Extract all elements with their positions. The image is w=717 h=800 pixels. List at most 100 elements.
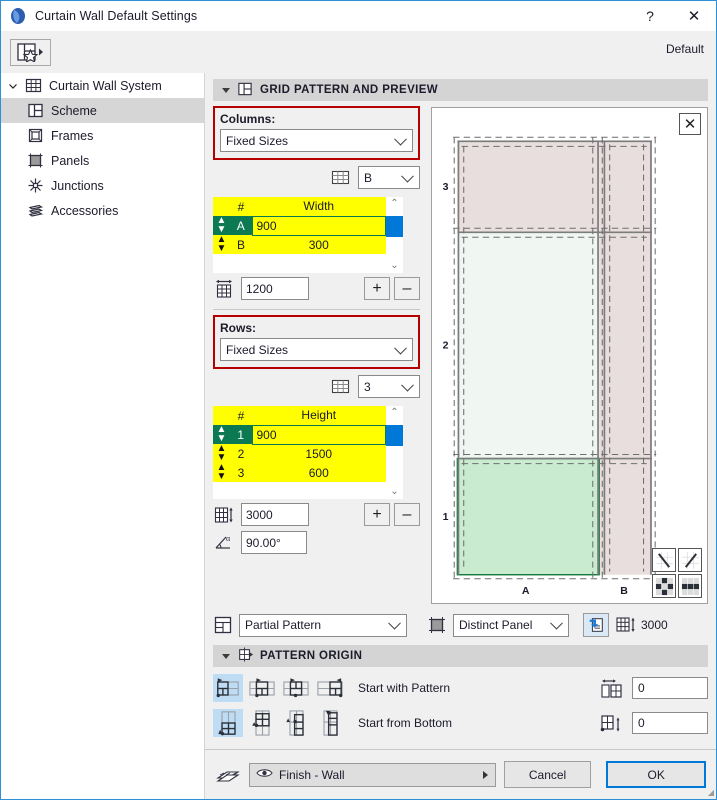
- row-spinner[interactable]: ▲ ▼: [213, 444, 230, 463]
- row-width-input[interactable]: 900: [251, 215, 386, 236]
- origin-v-4-button[interactable]: [315, 709, 345, 737]
- sidebar-item-scheme[interactable]: Scheme: [1, 98, 204, 123]
- origin-v-2-button[interactable]: [247, 709, 277, 737]
- panels-icon: [27, 152, 44, 169]
- preview-diagonal-left-button[interactable]: [652, 548, 676, 572]
- resize-grip-icon[interactable]: ◢: [708, 788, 714, 797]
- rows-count-select[interactable]: 3: [358, 375, 420, 398]
- columns-header-width: Width: [252, 197, 386, 216]
- sidebar-item-label: Curtain Wall System: [49, 78, 162, 93]
- offset-y-input[interactable]: 0: [632, 712, 708, 734]
- add-column-button[interactable]: +: [364, 277, 390, 300]
- origin-h-2-button[interactable]: [247, 674, 277, 702]
- apply-pattern-button[interactable]: [583, 613, 609, 637]
- close-button[interactable]: ✕: [672, 1, 716, 31]
- sidebar-item-junctions[interactable]: Junctions: [1, 173, 204, 198]
- collapse-triangle-icon[interactable]: [222, 653, 230, 659]
- table-row[interactable]: ▲ ▼ B 300: [213, 235, 386, 254]
- preview-full-grid-button[interactable]: [678, 574, 702, 598]
- table-row[interactable]: ▲ ▼ 2 1500: [213, 444, 386, 463]
- panel-value: Distinct Panel: [459, 618, 533, 632]
- origin-h-1-button[interactable]: [213, 674, 243, 702]
- origin-h-3-button[interactable]: [281, 674, 311, 702]
- curtain-wall-settings-window: Curtain Wall Default Settings ? ✕ Defaul…: [0, 0, 717, 800]
- columns-mode-select[interactable]: Fixed Sizes: [220, 129, 413, 152]
- rows-mode-select[interactable]: Fixed Sizes: [220, 338, 413, 361]
- columns-total-input[interactable]: 1200: [241, 277, 309, 300]
- row-spinner[interactable]: ▲ ▼: [213, 235, 230, 254]
- table-row[interactable]: ▲ ▼ A 900: [213, 215, 386, 236]
- grid-pattern-section-header[interactable]: GRID PATTERN AND PREVIEW: [213, 79, 708, 101]
- pattern-origin-vertical-row: Start from Bottom 0: [213, 709, 708, 737]
- row-index: 2: [230, 444, 252, 463]
- favorites-button[interactable]: [10, 38, 51, 66]
- grid-icon: [25, 77, 42, 94]
- row-index: 1: [230, 425, 252, 444]
- grid-controls-column: Columns: Fixed Sizes B # Width ▲ ▼ A 900…: [213, 101, 420, 604]
- preview-close-button[interactable]: ✕: [679, 113, 701, 135]
- sidebar-item-accessories[interactable]: Accessories: [1, 198, 204, 223]
- row-spinner[interactable]: ▲ ▼: [213, 463, 230, 482]
- sidebar-item-frames[interactable]: Frames: [1, 123, 204, 148]
- svg-text:A: A: [522, 586, 530, 597]
- chevron-down-icon: [394, 132, 407, 146]
- cancel-button[interactable]: Cancel: [503, 761, 592, 788]
- rows-group: Rows: Fixed Sizes: [213, 315, 420, 369]
- remove-row-button[interactable]: –: [394, 503, 420, 526]
- offset-x-input[interactable]: 0: [632, 677, 708, 699]
- scroll-down-icon[interactable]: ⌄: [390, 485, 398, 499]
- row-height-value[interactable]: 1500: [252, 444, 386, 463]
- title-bar: Curtain Wall Default Settings ? ✕: [1, 1, 716, 31]
- remove-column-button[interactable]: –: [394, 277, 420, 300]
- columns-label: Columns:: [220, 112, 276, 126]
- columns-total-row: 1200 + –: [213, 277, 420, 300]
- section-title: GRID PATTERN AND PREVIEW: [260, 84, 439, 96]
- row-spinner[interactable]: ▲ ▼: [213, 425, 230, 444]
- scroll-up-icon[interactable]: ⌃: [390, 197, 398, 211]
- layers-icon[interactable]: [215, 765, 241, 785]
- row-height-input[interactable]: 900: [251, 424, 386, 445]
- rows-table-grid: # Height ▲ ▼ 1 900 ▲ ▼ 2 1500 ▲ ▼ 3 600: [213, 406, 386, 482]
- default-label: Default: [665, 42, 704, 56]
- preview-column: 3 2 1 A B ✕: [420, 101, 708, 604]
- columns-table[interactable]: # Width ▲ ▼ A 900 ▲ ▼ B 300 ⌃ ⌄: [213, 197, 403, 273]
- help-button[interactable]: ?: [628, 1, 672, 31]
- scroll-up-icon[interactable]: ⌃: [390, 406, 398, 420]
- row-width-value[interactable]: 300: [252, 235, 386, 254]
- table-row[interactable]: ▲ ▼ 3 600: [213, 463, 386, 482]
- grid-preview[interactable]: 3 2 1 A B ✕: [431, 107, 708, 604]
- panel-select[interactable]: Distinct Panel: [453, 613, 569, 637]
- origin-v-3-button[interactable]: [281, 709, 311, 737]
- table-row[interactable]: ▲ ▼ 1 900: [213, 424, 386, 445]
- collapse-triangle-icon[interactable]: [222, 87, 230, 93]
- chevron-down-icon: [550, 616, 563, 630]
- preview-diagonal-right-button[interactable]: [678, 548, 702, 572]
- pattern-select[interactable]: Partial Pattern: [239, 613, 407, 637]
- origin-v-1-button[interactable]: [213, 709, 243, 737]
- vertical-origin-label: Start from Bottom: [358, 716, 453, 730]
- rows-mode-value: Fixed Sizes: [226, 342, 289, 357]
- rows-table[interactable]: # Height ▲ ▼ 1 900 ▲ ▼ 2 1500 ▲ ▼ 3 600 …: [213, 406, 403, 499]
- rows-total-input[interactable]: 3000: [241, 503, 309, 526]
- pattern-toolbar: Partial Pattern Distinct Panel 3000: [213, 613, 708, 637]
- rows-table-scrollbar[interactable]: ⌃ ⌄: [386, 406, 403, 499]
- columns-table-scrollbar[interactable]: ⌃ ⌄: [386, 197, 403, 273]
- pattern-origin-section-header[interactable]: PATTERN ORIGIN: [213, 645, 708, 667]
- scroll-down-icon[interactable]: ⌄: [390, 259, 398, 273]
- row-height-value[interactable]: 600: [252, 463, 386, 482]
- columns-count-select[interactable]: B: [358, 166, 420, 189]
- grid-content: Columns: Fixed Sizes B # Width ▲ ▼ A 900…: [213, 101, 708, 604]
- sidebar-item-curtain-wall-system[interactable]: Curtain Wall System: [1, 73, 204, 98]
- sidebar-item-panels[interactable]: Panels: [1, 148, 204, 173]
- ok-button[interactable]: OK: [606, 761, 706, 788]
- origin-h-4-button[interactable]: [315, 674, 345, 702]
- offset-y-row: 0: [599, 712, 708, 734]
- rows-count-row: 3: [213, 375, 420, 398]
- add-row-button[interactable]: +: [364, 503, 390, 526]
- finish-selector[interactable]: Finish - Wall: [249, 762, 496, 787]
- grid-angle-input[interactable]: 90.00°: [241, 531, 307, 554]
- row-spinner[interactable]: ▲ ▼: [213, 216, 230, 235]
- chevron-down-icon[interactable]: [7, 81, 18, 91]
- preview-pattern-cells-button[interactable]: [652, 574, 676, 598]
- columns-header-index: #: [230, 197, 252, 216]
